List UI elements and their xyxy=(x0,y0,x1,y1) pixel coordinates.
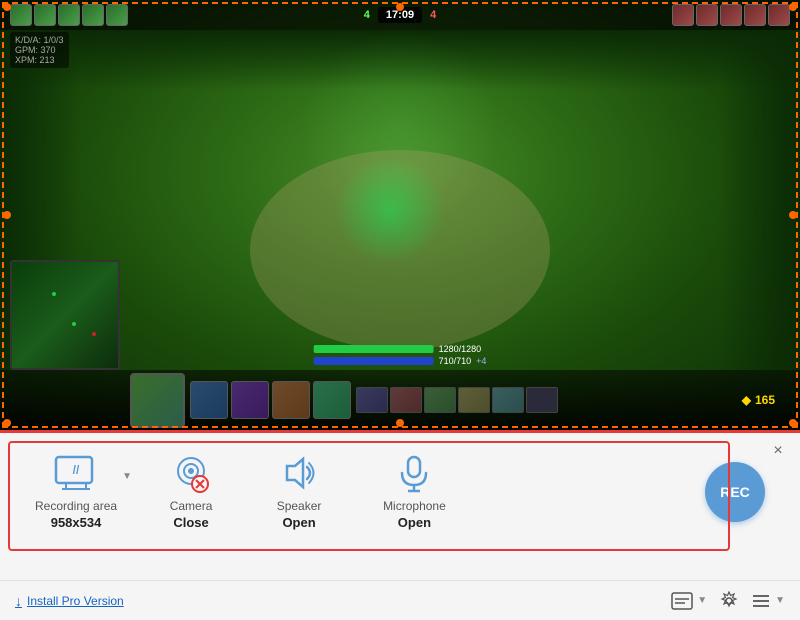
character-glow xyxy=(330,160,450,260)
minimap-dot-2 xyxy=(72,322,76,326)
game-hud-top: 4 17:09 4 xyxy=(0,0,800,30)
controls-row: // Recording area 958x534 ▼ Camera Close xyxy=(0,433,800,530)
rec-label: REC xyxy=(720,484,750,500)
stat-gpm: GPM: 370 xyxy=(15,45,64,55)
menu-dropdown-button[interactable]: ▼ xyxy=(775,595,785,606)
recording-area-control[interactable]: // Recording area 958x534 ▼ xyxy=(20,453,137,530)
bottom-bar: ↓ Install Pro Version ▼ xyxy=(0,580,800,620)
hero-icon-4 xyxy=(82,4,104,26)
stat-kda: K/D/A: 1/0/3 xyxy=(15,35,64,45)
mana-regen: +4 xyxy=(476,356,486,366)
game-background: 4 17:09 4 K/D/A: 1/0/3 GPM: 370 XPM: 213 xyxy=(0,0,800,430)
hud-stats: K/D/A: 1/0/3 GPM: 370 XPM: 213 xyxy=(10,32,69,68)
hp-fill xyxy=(314,345,434,353)
game-area: 4 17:09 4 K/D/A: 1/0/3 GPM: 370 XPM: 213 xyxy=(0,0,800,430)
item-3 xyxy=(424,387,456,413)
download-icon: ↓ xyxy=(15,593,22,609)
radiant-heroes xyxy=(10,4,128,26)
microphone-control[interactable]: Microphone Open xyxy=(353,453,476,530)
hp-area: 1280/1280 710/710 +4 xyxy=(314,344,487,368)
hp-text: 1280/1280 xyxy=(439,344,482,354)
close-button[interactable]: × xyxy=(768,441,788,461)
close-icon: × xyxy=(773,442,782,460)
dire-hero-icon-4 xyxy=(744,4,766,26)
ability-bar xyxy=(190,381,351,419)
speaker-status: Open xyxy=(282,515,315,530)
hero-icon-3 xyxy=(58,4,80,26)
menu-button[interactable] xyxy=(751,592,771,610)
install-pro-label: Install Pro Version xyxy=(27,594,124,608)
game-hud-bottom: ◆ 165 xyxy=(0,370,800,430)
hero-icon-5 xyxy=(106,4,128,26)
bottom-right-icons: ▼ ▼ xyxy=(671,591,785,611)
item-6 xyxy=(526,387,558,413)
gold-icon: ◆ xyxy=(742,393,751,407)
control-panel: × // Recording area 958x534 ▼ xyxy=(0,430,800,620)
hero-portrait xyxy=(130,373,185,428)
microphone-label: Microphone xyxy=(383,499,446,513)
minimap-dot-3 xyxy=(92,332,96,336)
ability-4 xyxy=(313,381,351,419)
microphone-icon xyxy=(390,453,438,493)
camera-control[interactable]: Camera Close xyxy=(137,453,245,530)
hp-bar xyxy=(314,345,434,353)
svg-text://: // xyxy=(73,463,80,477)
ability-1 xyxy=(190,381,228,419)
game-timer: 17:09 xyxy=(378,7,422,23)
subtitles-button[interactable] xyxy=(671,592,693,610)
camera-status: Close xyxy=(173,515,208,530)
item-4 xyxy=(458,387,490,413)
dire-hero-icon-3 xyxy=(720,4,742,26)
dire-hero-icon-2 xyxy=(696,4,718,26)
item-1 xyxy=(356,387,388,413)
recording-area-icon: // xyxy=(52,453,100,493)
mana-fill xyxy=(314,357,434,365)
rec-button[interactable]: REC xyxy=(705,462,765,522)
recording-area-label: Recording area xyxy=(35,499,117,513)
dire-heroes xyxy=(672,4,790,26)
item-2 xyxy=(390,387,422,413)
recording-area-status: 958x534 xyxy=(51,515,102,530)
minimap xyxy=(10,260,120,370)
speaker-control[interactable]: Speaker Open xyxy=(245,453,353,530)
item-5 xyxy=(492,387,524,413)
recording-area-dropdown-arrow: ▼ xyxy=(122,471,132,482)
speaker-icon xyxy=(275,453,323,493)
ability-3 xyxy=(272,381,310,419)
camera-label: Camera xyxy=(170,499,213,513)
minimap-dot-1 xyxy=(52,292,56,296)
gold-amount: 165 xyxy=(755,393,775,407)
dire-hero-icon-5 xyxy=(768,4,790,26)
settings-button[interactable] xyxy=(719,591,739,611)
stat-xpm: XPM: 213 xyxy=(15,55,64,65)
ability-2 xyxy=(231,381,269,419)
hero-icon-1 xyxy=(10,4,32,26)
microphone-status: Open xyxy=(398,515,431,530)
radiant-score: 4 xyxy=(364,9,370,21)
hero-icon-2 xyxy=(34,4,56,26)
dire-hero-icon-1 xyxy=(672,4,694,26)
mana-bar xyxy=(314,357,434,365)
subtitles-dropdown-button[interactable]: ▼ xyxy=(697,595,707,606)
speaker-label: Speaker xyxy=(277,499,322,513)
install-pro-link[interactable]: ↓ Install Pro Version xyxy=(15,593,124,609)
dire-score: 4 xyxy=(430,9,436,21)
item-bar xyxy=(356,387,558,413)
camera-icon xyxy=(167,453,215,493)
mana-text: 710/710 xyxy=(439,356,472,366)
